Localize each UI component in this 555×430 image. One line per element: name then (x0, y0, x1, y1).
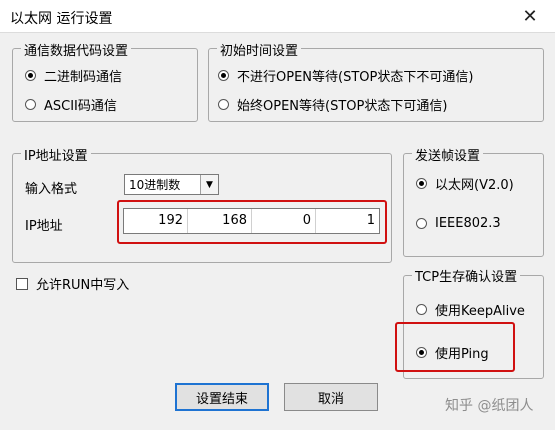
ip-settings-legend: IP地址设置 (21, 145, 91, 164)
radio-ethernet-v2[interactable]: 以太网(V2.0) (416, 174, 514, 193)
radio-indicator-ethernet-v2 (416, 178, 427, 189)
radio-label-ascii: ASCII码通信 (44, 99, 117, 114)
send-frame-group (403, 153, 544, 257)
input-format-label: 输入格式 (25, 182, 78, 197)
confirm-settings-button[interactable]: 设置结束 (175, 383, 269, 411)
radio-label-always-open-wait: 始终OPEN等待(STOP状态下可通信) (237, 99, 448, 114)
watermark-text: 知乎 @纸团人 (445, 398, 534, 414)
ip-highlight-box (117, 200, 387, 244)
title-bar: 以太网 运行设置 ✕ (0, 0, 555, 33)
input-format-value: 10进制数 (129, 178, 181, 192)
cancel-button[interactable]: 取消 (284, 383, 378, 411)
radio-ieee8023[interactable]: IEEE802.3 (416, 216, 501, 231)
radio-keepalive[interactable]: 使用KeepAlive (416, 300, 525, 319)
allow-run-write-label: 允许RUN中写入 (36, 278, 130, 293)
radio-indicator-binary (25, 70, 36, 81)
chevron-down-icon[interactable]: ▼ (200, 175, 218, 194)
window-title: 以太网 运行设置 (10, 11, 113, 27)
init-time-legend: 初始时间设置 (217, 40, 302, 59)
radio-indicator-always-open-wait (218, 99, 229, 110)
radio-ascii-code[interactable]: ASCII码通信 (25, 95, 117, 114)
radio-indicator-ascii (25, 99, 36, 110)
radio-label-ieee8023: IEEE802.3 (435, 216, 501, 231)
close-icon: ✕ (522, 6, 538, 27)
radio-indicator-keepalive (416, 304, 427, 315)
comm-code-legend: 通信数据代码设置 (21, 40, 132, 59)
input-format-select[interactable]: 10进制数 ▼ (124, 174, 219, 195)
tcp-confirm-legend: TCP生存确认设置 (412, 266, 521, 285)
send-frame-legend: 发送帧设置 (412, 145, 484, 164)
radio-label-no-open-wait: 不进行OPEN等待(STOP状态下不可通信) (237, 70, 474, 85)
radio-label-keepalive: 使用KeepAlive (435, 304, 525, 319)
radio-label-binary: 二进制码通信 (44, 70, 123, 85)
radio-binary-code[interactable]: 二进制码通信 (25, 66, 122, 85)
close-button[interactable]: ✕ (508, 2, 552, 31)
allow-run-write-checkbox[interactable]: 允许RUN中写入 (16, 274, 129, 293)
radio-label-ethernet-v2: 以太网(V2.0) (435, 178, 514, 193)
ip-address-label: IP地址 (25, 219, 63, 234)
radio-indicator-no-open-wait (218, 70, 229, 81)
radio-indicator-ieee8023 (416, 218, 427, 229)
checkbox-box (16, 277, 28, 290)
ping-highlight-box (395, 322, 515, 372)
radio-always-open-wait[interactable]: 始终OPEN等待(STOP状态下可通信) (218, 95, 447, 114)
radio-no-open-wait[interactable]: 不进行OPEN等待(STOP状态下不可通信) (218, 66, 473, 85)
